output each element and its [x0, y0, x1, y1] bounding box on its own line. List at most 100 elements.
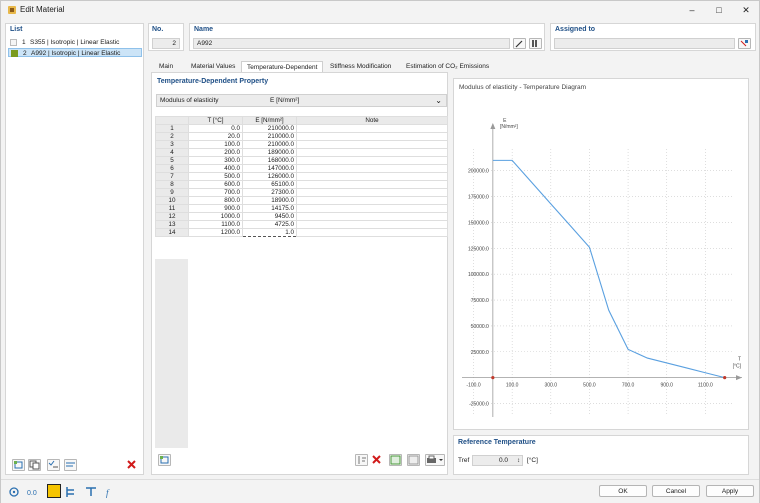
note-cell[interactable] — [296, 140, 448, 149]
modulus-cell[interactable]: 210000.0 — [242, 132, 297, 141]
modulus-cell[interactable]: 4725.0 — [242, 220, 297, 229]
note-cell[interactable] — [296, 212, 448, 221]
temperature-cell[interactable]: 100.0 — [188, 140, 243, 149]
modulus-cell[interactable]: 1.0 — [242, 228, 297, 237]
delete-row-button[interactable] — [371, 454, 384, 466]
temperature-cell[interactable]: 20.0 — [188, 132, 243, 141]
table-row[interactable]: 2 20.0 210000.0 — [155, 132, 448, 141]
insert-row-button[interactable] — [158, 454, 171, 466]
temperature-cell[interactable]: 1100.0 — [188, 220, 243, 229]
note-cell[interactable] — [296, 172, 448, 181]
temperature-cell[interactable]: 500.0 — [188, 172, 243, 181]
check-button[interactable] — [47, 459, 60, 471]
temperature-cell[interactable]: 200.0 — [188, 148, 243, 157]
name-field[interactable]: A992 — [193, 38, 510, 49]
cancel-button[interactable]: Cancel — [652, 485, 700, 497]
modulus-cell[interactable]: 27300.0 — [242, 188, 297, 197]
temperature-cell[interactable]: 400.0 — [188, 164, 243, 173]
tab-co2-emissions[interactable]: Estimation of CO₂ Emissions — [401, 61, 494, 72]
number-field[interactable]: 2 — [152, 38, 180, 49]
modulus-cell[interactable]: 126000.0 — [242, 172, 297, 181]
table-row[interactable]: 10 800.0 18900.0 — [155, 196, 448, 205]
temperature-cell[interactable]: 1000.0 — [188, 212, 243, 221]
minimize-button[interactable]: – — [685, 4, 699, 16]
tab-main[interactable]: Main — [154, 61, 178, 72]
modulus-cell[interactable]: 9450.0 — [242, 212, 297, 221]
note-cell[interactable] — [296, 148, 448, 157]
note-cell[interactable] — [296, 180, 448, 189]
note-cell[interactable] — [296, 204, 448, 213]
color-button[interactable] — [47, 484, 61, 498]
table-row[interactable]: 4 200.0 189000.0 — [155, 148, 448, 157]
tref-input[interactable]: 0.0 ↕ — [472, 455, 523, 466]
origin-point — [491, 376, 495, 380]
tref-label: Tref — [458, 457, 470, 464]
table-row[interactable]: 1 0.0 210000.0 — [155, 124, 448, 133]
table-row[interactable]: 7 500.0 126000.0 — [155, 172, 448, 181]
modulus-cell[interactable]: 14175.0 — [242, 204, 297, 213]
note-cell[interactable] — [296, 124, 448, 133]
property-select-unit: E [N/mm²] — [270, 97, 300, 104]
ok-button[interactable]: OK — [599, 485, 647, 497]
note-cell[interactable] — [296, 156, 448, 165]
list-item[interactable]: 1 S355 | Isotropic | Linear Elastic — [8, 38, 142, 47]
table-row[interactable]: 8 600.0 65100.0 — [155, 180, 448, 189]
table-row[interactable]: 3 100.0 210000.0 — [155, 140, 448, 149]
table-row[interactable]: 11 900.0 14175.0 — [155, 204, 448, 213]
apply-button[interactable]: Apply — [706, 485, 754, 497]
maximize-button[interactable]: □ — [712, 4, 726, 16]
edit-name-button[interactable] — [513, 38, 526, 49]
function-button[interactable]: f — [105, 486, 117, 498]
temperature-cell[interactable]: 300.0 — [188, 156, 243, 165]
delete-material-button[interactable] — [126, 459, 139, 471]
table-row[interactable]: 14 1200.0 1.0 — [155, 228, 448, 237]
modulus-cell[interactable]: 18900.0 — [242, 196, 297, 205]
modulus-cell[interactable]: 210000.0 — [242, 124, 297, 133]
list-item-selected[interactable]: 2 A992 | Isotropic | Linear Elastic — [8, 48, 142, 57]
table-row[interactable]: 5 300.0 168000.0 — [155, 156, 448, 165]
table-row[interactable]: 9 700.0 27300.0 — [155, 188, 448, 197]
sort-rows-button[interactable] — [355, 454, 368, 466]
spinner-icon[interactable]: ↕ — [517, 456, 520, 466]
table-row[interactable]: 12 1000.0 9450.0 — [155, 212, 448, 221]
temperature-cell[interactable]: 600.0 — [188, 180, 243, 189]
note-cell[interactable] — [296, 196, 448, 205]
property-select[interactable]: Modulus of elasticity E [N/mm²] ⌄ — [156, 94, 447, 107]
modulus-cell[interactable]: 189000.0 — [242, 148, 297, 157]
tab-stiffness-modification[interactable]: Stiffness Modification — [325, 61, 396, 72]
note-cell[interactable] — [296, 228, 448, 237]
print-button[interactable] — [425, 454, 445, 466]
table-row[interactable]: 13 1100.0 4725.0 — [155, 220, 448, 229]
import-button[interactable] — [389, 454, 402, 466]
close-window-button[interactable]: ✕ — [739, 4, 753, 16]
search-button[interactable] — [8, 486, 20, 498]
note-cell[interactable] — [296, 220, 448, 229]
temperature-cell[interactable]: 800.0 — [188, 196, 243, 205]
library-button[interactable] — [529, 38, 542, 49]
units-button[interactable]: 0.0 — [27, 486, 39, 498]
sort-button[interactable] — [64, 459, 77, 471]
tab-material-values[interactable]: Material Values — [186, 61, 240, 72]
modulus-cell[interactable]: 147000.0 — [242, 164, 297, 173]
structure-button[interactable] — [65, 486, 77, 498]
temperature-cell[interactable]: 1200.0 — [188, 228, 243, 237]
modulus-cell[interactable]: 65100.0 — [242, 180, 297, 189]
export-button[interactable] — [407, 454, 420, 466]
new-material-button[interactable] — [12, 459, 25, 471]
y-tick-label: 75000.0 — [471, 298, 489, 304]
assigned-field[interactable] — [554, 38, 735, 49]
insert-row-icon — [160, 456, 169, 464]
temperature-cell[interactable]: 900.0 — [188, 204, 243, 213]
note-cell[interactable] — [296, 188, 448, 197]
select-assigned-button[interactable] — [738, 38, 751, 49]
modulus-cell[interactable]: 168000.0 — [242, 156, 297, 165]
temperature-cell[interactable]: 0.0 — [188, 124, 243, 133]
table-row[interactable]: 6 400.0 147000.0 — [155, 164, 448, 173]
modulus-cell[interactable]: 210000.0 — [242, 140, 297, 149]
beam-button[interactable] — [85, 486, 97, 498]
temperature-cell[interactable]: 700.0 — [188, 188, 243, 197]
tab-temperature-dependent[interactable]: Temperature-Dependent — [241, 61, 324, 72]
note-cell[interactable] — [296, 164, 448, 173]
copy-material-button[interactable] — [28, 459, 41, 471]
note-cell[interactable] — [296, 132, 448, 141]
